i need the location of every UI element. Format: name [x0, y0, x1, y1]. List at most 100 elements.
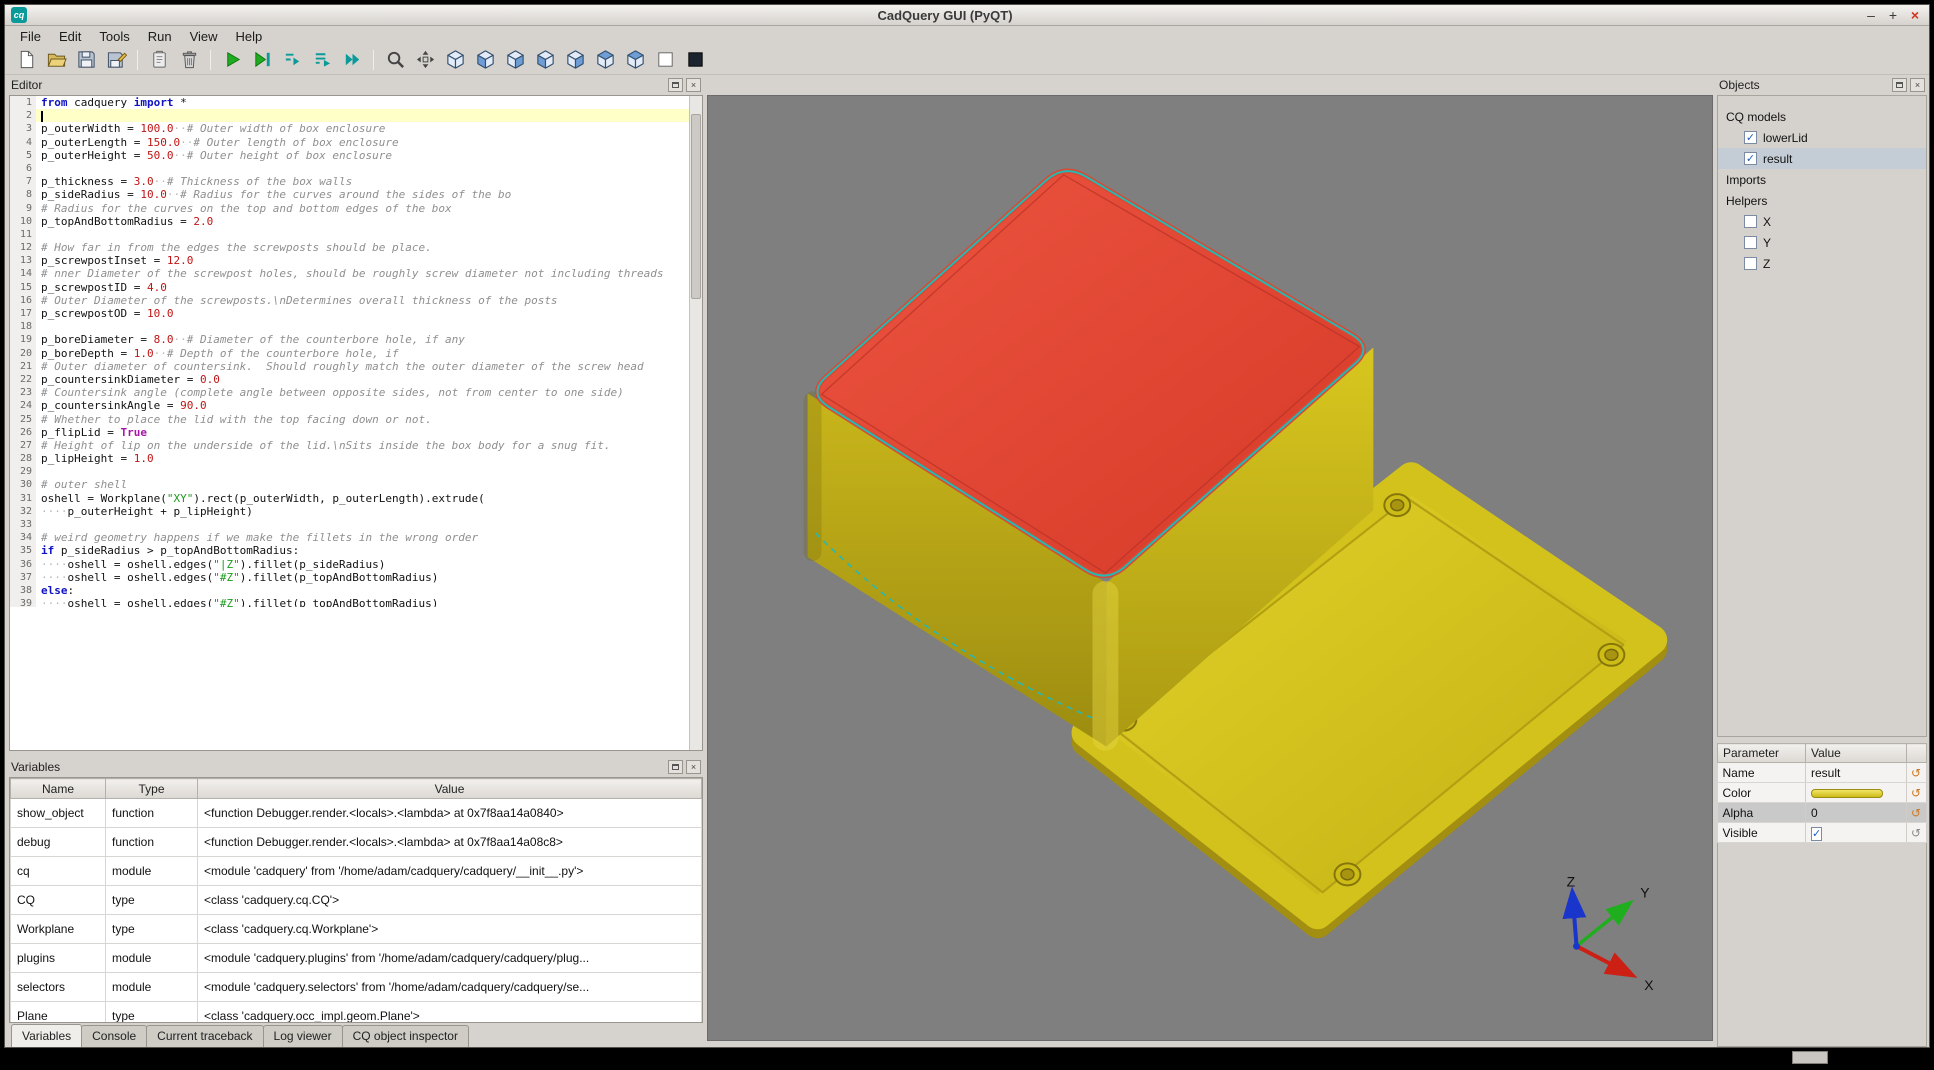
variables-column-header[interactable]: Name	[11, 779, 106, 799]
parameter-row-color[interactable]: Color↺	[1718, 783, 1927, 803]
shaded-mode-button[interactable]	[680, 47, 710, 73]
view-front-button[interactable]	[470, 47, 500, 73]
objects-tree[interactable]: CQ models✓lowerLid✓resultImportsHelpersX…	[1717, 95, 1927, 737]
parameter-value: 0	[1806, 803, 1907, 823]
table-row[interactable]: Planetype<class 'cadquery.occ_impl.geom.…	[11, 1002, 702, 1024]
view-top-button[interactable]	[590, 47, 620, 73]
menu-edit[interactable]: Edit	[50, 28, 90, 45]
variables-table[interactable]: NameTypeValue show_objectfunction<functi…	[9, 777, 703, 1023]
color-swatch[interactable]	[1811, 789, 1883, 798]
view-iso-button[interactable]	[440, 47, 470, 73]
tree-item-y[interactable]: Y	[1718, 232, 1926, 253]
view-right-button[interactable]	[560, 47, 590, 73]
tree-group-imports[interactable]: Imports	[1718, 169, 1926, 190]
checkbox-icon[interactable]	[1744, 257, 1757, 270]
tab-console[interactable]: Console	[81, 1025, 147, 1047]
new-file-button[interactable]	[11, 47, 41, 73]
open-file-button[interactable]	[41, 47, 71, 73]
variables-column-header[interactable]: Type	[106, 779, 198, 799]
view-bottom-button[interactable]	[620, 47, 650, 73]
table-row[interactable]: show_objectfunction<function Debugger.re…	[11, 799, 702, 828]
visible-checkbox[interactable]: ✓	[1811, 827, 1822, 841]
menu-run[interactable]: Run	[139, 28, 181, 45]
debug-button[interactable]	[247, 47, 277, 73]
close-button[interactable]: ×	[1907, 7, 1923, 23]
view-left-button[interactable]	[530, 47, 560, 73]
reset-icon[interactable]: ↺	[1911, 764, 1921, 782]
run-fast-button[interactable]	[337, 47, 367, 73]
tree-item-result[interactable]: ✓result	[1718, 148, 1926, 169]
reset-icon[interactable]: ↺	[1911, 804, 1921, 822]
variables-float-button[interactable]	[668, 760, 683, 774]
line-text: p_boreDepth = 1.0··# Depth of the counte…	[36, 347, 702, 360]
parameter-row-name[interactable]: Nameresult↺	[1718, 763, 1927, 783]
menu-file[interactable]: File	[11, 28, 50, 45]
view-iso-icon	[445, 49, 466, 70]
trash-button[interactable]	[174, 47, 204, 73]
3d-viewport[interactable]: Z Y X	[707, 95, 1713, 1041]
variables-column-header[interactable]: Value	[198, 779, 702, 799]
menu-help[interactable]: Help	[227, 28, 272, 45]
table-row[interactable]: selectorsmodule<module 'cadquery.selecto…	[11, 973, 702, 1002]
editor-float-button[interactable]	[668, 78, 683, 92]
parameter-row-visible[interactable]: Visible✓↺	[1718, 823, 1927, 843]
tree-group-cq-models[interactable]: CQ models	[1718, 106, 1926, 127]
window-title: CadQuery GUI (PyQT)	[27, 8, 1863, 23]
code-editor[interactable]: 1from cadquery import *23p_outerWidth = …	[9, 95, 703, 751]
editor-close-button[interactable]: ×	[686, 78, 701, 92]
parameter-value[interactable]	[1806, 783, 1907, 803]
step-over-button[interactable]	[307, 47, 337, 73]
run-button[interactable]	[217, 47, 247, 73]
table-row[interactable]: debugfunction<function Debugger.render.<…	[11, 828, 702, 857]
parameter-value[interactable]: ✓	[1806, 823, 1907, 843]
objects-dock-header[interactable]: Objects ×	[1717, 75, 1927, 95]
tree-item-lowerlid[interactable]: ✓lowerLid	[1718, 127, 1926, 148]
parameter-name: Name	[1718, 763, 1806, 783]
screw-hole	[1335, 863, 1361, 885]
tab-current-traceback[interactable]: Current traceback	[146, 1025, 263, 1047]
editor-vertical-scrollbar[interactable]	[689, 96, 702, 750]
minimize-button[interactable]: –	[1863, 7, 1879, 23]
line-number: 20	[10, 347, 36, 360]
line-number: 21	[10, 360, 36, 373]
editor-dock-header[interactable]: Editor ×	[9, 75, 703, 95]
variables-close-button[interactable]: ×	[686, 760, 701, 774]
checkbox-icon[interactable]	[1744, 236, 1757, 249]
objects-close-button[interactable]: ×	[1910, 78, 1925, 92]
view-back-button[interactable]	[500, 47, 530, 73]
fit-view-button[interactable]	[410, 47, 440, 73]
tree-group-helpers[interactable]: Helpers	[1718, 190, 1926, 211]
view-left-icon	[535, 49, 556, 70]
titlebar[interactable]: cq CadQuery GUI (PyQT) – + ×	[5, 5, 1929, 26]
table-row[interactable]: pluginsmodule<module 'cadquery.plugins' …	[11, 944, 702, 973]
scrollbar-thumb[interactable]	[691, 114, 701, 299]
reset-icon[interactable]: ↺	[1911, 824, 1921, 842]
menu-tools[interactable]: Tools	[90, 28, 138, 45]
tree-item-z[interactable]: Z	[1718, 253, 1926, 274]
menu-view[interactable]: View	[181, 28, 227, 45]
save-as-button[interactable]	[101, 47, 131, 73]
checkbox-icon[interactable]	[1744, 215, 1757, 228]
zoom-fit-button[interactable]	[380, 47, 410, 73]
table-row[interactable]: CQtype<class 'cadquery.cq.CQ'>	[11, 886, 702, 915]
checkbox-icon[interactable]: ✓	[1744, 131, 1757, 144]
line-number: 27	[10, 439, 36, 452]
tab-cq-object-inspector[interactable]: CQ object inspector	[342, 1025, 469, 1047]
code-line: 9# Radius for the curves on the top and …	[10, 202, 702, 215]
tree-item-x[interactable]: X	[1718, 211, 1926, 232]
objects-float-button[interactable]	[1892, 78, 1907, 92]
taskbar-item[interactable]	[1792, 1051, 1828, 1064]
table-row[interactable]: cqmodule<module 'cadquery' from '/home/a…	[11, 857, 702, 886]
variables-dock-header[interactable]: Variables ×	[9, 757, 703, 777]
wireframe-mode-button[interactable]	[650, 47, 680, 73]
step-into-button[interactable]	[277, 47, 307, 73]
parameter-row-alpha[interactable]: Alpha0↺	[1718, 803, 1927, 823]
table-row[interactable]: Workplanetype<class 'cadquery.cq.Workpla…	[11, 915, 702, 944]
tab-variables[interactable]: Variables	[11, 1024, 82, 1047]
checkbox-icon[interactable]: ✓	[1744, 152, 1757, 165]
save-button[interactable]	[71, 47, 101, 73]
tab-log-viewer[interactable]: Log viewer	[263, 1025, 343, 1047]
maximize-button[interactable]: +	[1885, 7, 1901, 23]
reset-icon[interactable]: ↺	[1911, 784, 1921, 802]
clear-button[interactable]	[144, 47, 174, 73]
